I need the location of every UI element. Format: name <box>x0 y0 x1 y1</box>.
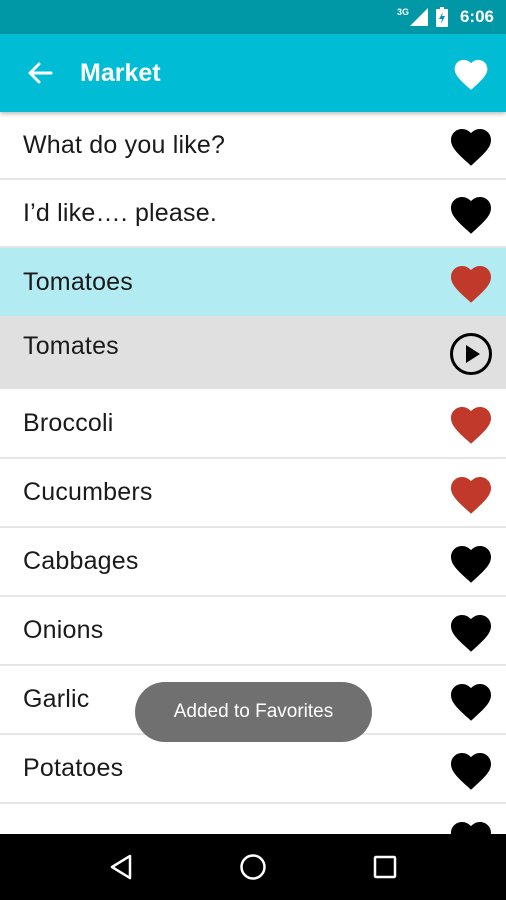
list-item-label: Broccoli <box>23 408 114 437</box>
favorite-toggle-button[interactable] <box>436 678 506 722</box>
list-item-label: Cucumbers <box>23 478 153 506</box>
favorite-toggle-button[interactable] <box>436 123 506 167</box>
list-item-label: Cabbages <box>23 547 139 575</box>
heart-icon <box>451 476 491 514</box>
heart-icon <box>451 197 491 234</box>
system-nav-bar <box>0 834 506 900</box>
heart-icon <box>454 59 488 90</box>
favorite-toggle-button[interactable] <box>436 816 506 834</box>
nav-back-button[interactable] <box>91 837 151 897</box>
heart-icon <box>451 821 491 834</box>
battery-icon <box>435 7 448 27</box>
list-item[interactable]: Cabbages <box>0 528 506 597</box>
favorite-toggle-button[interactable] <box>436 540 506 584</box>
back-button[interactable] <box>0 34 80 112</box>
nav-recents-icon <box>373 855 397 879</box>
nav-recents-button[interactable] <box>355 837 415 897</box>
favorite-toggle-button[interactable] <box>436 401 506 445</box>
play-circle-icon <box>450 333 492 375</box>
heart-icon <box>451 752 491 790</box>
status-bar: 3G 6:06 <box>0 0 506 34</box>
list-item-selected[interactable]: Tomatoes <box>0 248 506 316</box>
list-item[interactable]: Broccoli <box>0 389 506 459</box>
favorite-toggle-button[interactable] <box>436 747 506 791</box>
list-item-label: Potatoes <box>23 754 124 782</box>
app-bar: Market <box>0 34 506 112</box>
favorite-toggle-button[interactable] <box>436 609 506 653</box>
heart-icon <box>451 266 491 303</box>
nav-home-button[interactable] <box>223 837 283 897</box>
favorite-toggle-button[interactable] <box>436 191 506 235</box>
favorite-toggle-button[interactable] <box>436 260 506 304</box>
favorites-button[interactable] <box>436 34 506 112</box>
list-item-label: Onions <box>23 616 104 644</box>
nav-back-icon <box>110 854 132 880</box>
status-time: 6:06 <box>459 7 494 26</box>
heart-icon <box>451 407 491 444</box>
arrow-back-icon <box>28 62 53 84</box>
network-type: 3G <box>396 7 409 17</box>
list-item[interactable]: Onions <box>0 597 506 666</box>
list-item-label: Tomatoes <box>23 267 133 296</box>
list-item[interactable]: What do you like? <box>0 112 506 180</box>
list-item[interactable] <box>0 804 506 834</box>
translation-text: Tomates <box>23 332 119 360</box>
heart-icon <box>451 614 491 652</box>
list-item[interactable]: Cucumbers <box>0 459 506 528</box>
translation-row: Tomates <box>0 316 506 389</box>
list-item-label: I’d like…. please. <box>23 198 217 227</box>
page-title: Market <box>80 58 161 87</box>
signal-icon: 3G <box>396 7 428 26</box>
list-item[interactable]: I’d like…. please. <box>0 180 506 248</box>
play-audio-button[interactable] <box>436 332 506 376</box>
favorite-toggle-button[interactable] <box>436 471 506 515</box>
heart-icon <box>451 545 491 583</box>
list-item-label: What do you like? <box>23 130 226 159</box>
list-item[interactable]: Potatoes <box>0 735 506 804</box>
heart-icon <box>451 683 491 721</box>
toast-message: Added to Favorites <box>135 682 372 742</box>
heart-icon <box>451 129 491 166</box>
nav-home-icon <box>240 854 266 880</box>
